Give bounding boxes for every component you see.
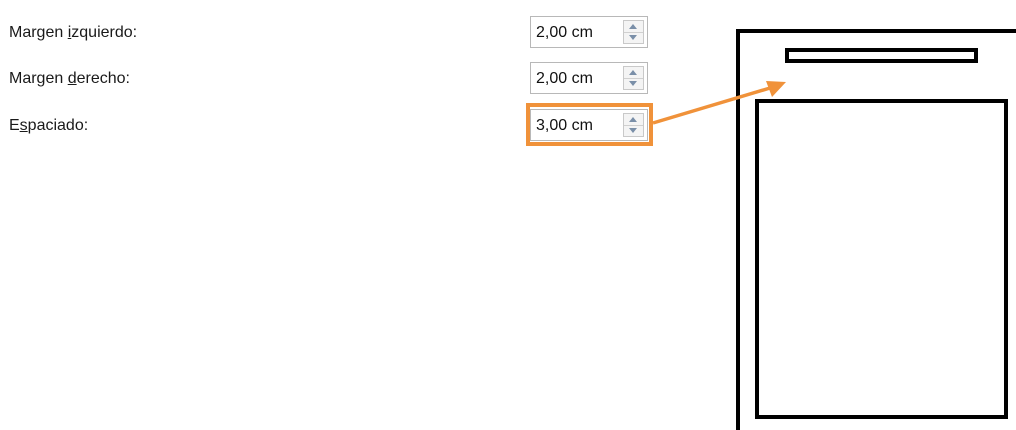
page-preview (736, 29, 1016, 430)
body-area (755, 99, 1008, 419)
page-preview-diagram (652, 29, 1016, 430)
page-outline (736, 29, 1016, 430)
header-bar (785, 48, 978, 63)
